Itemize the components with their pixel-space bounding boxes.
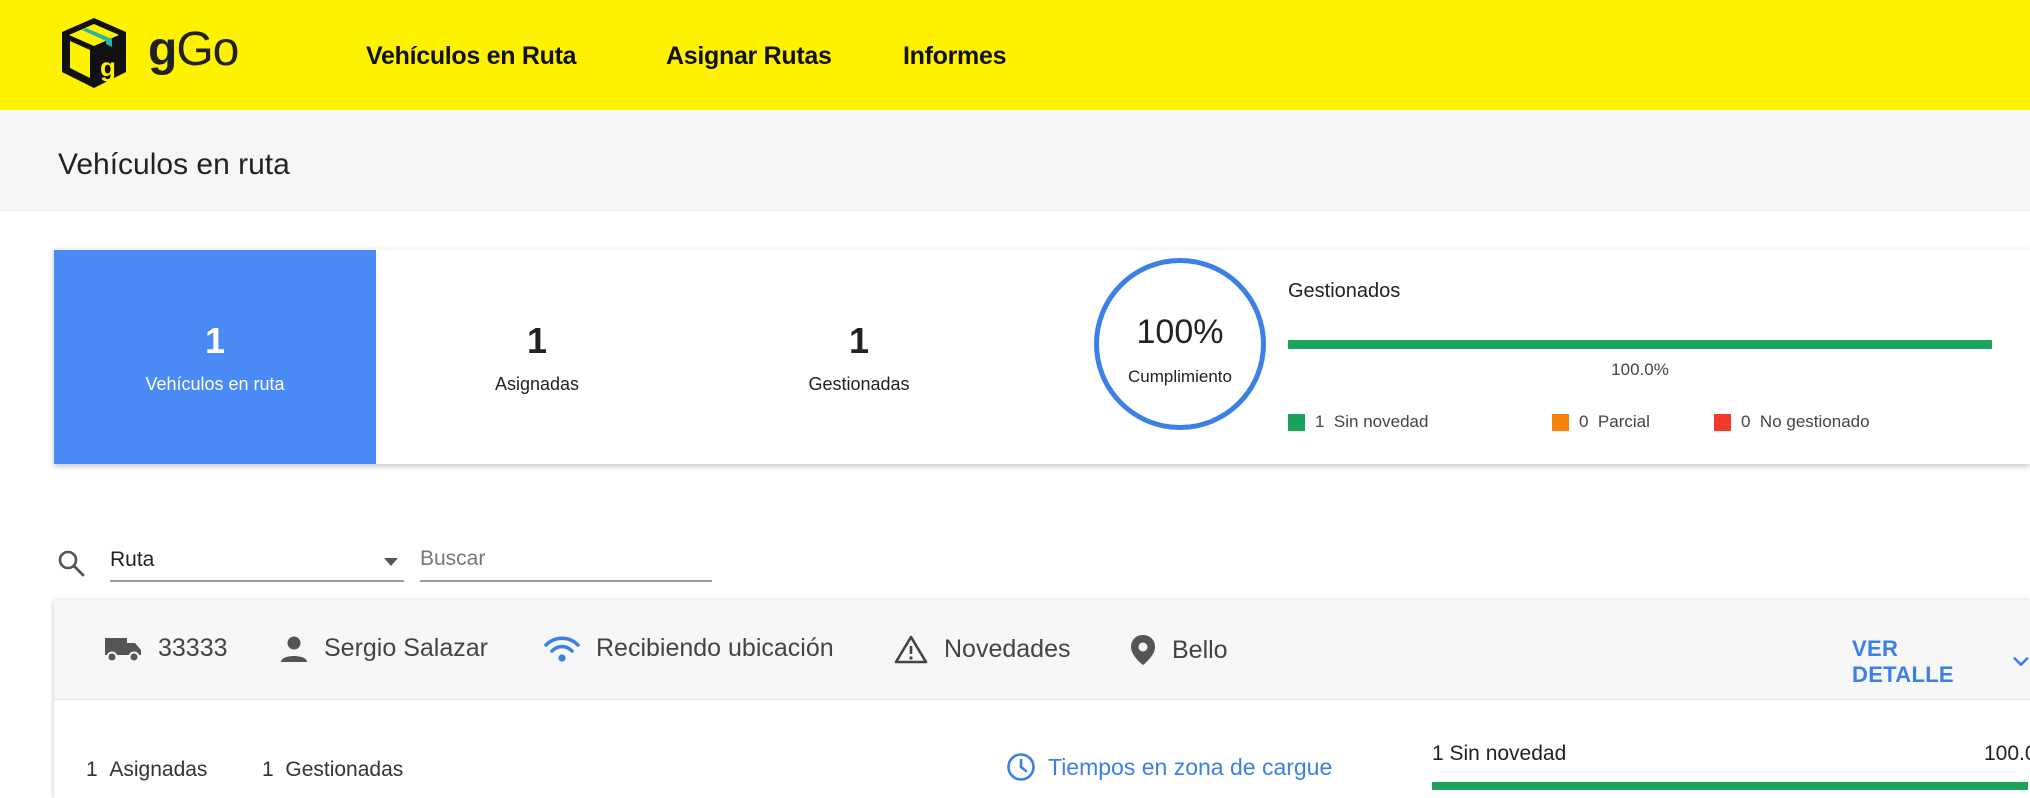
route-novedades[interactable]: Novedades	[894, 634, 1070, 664]
legend-count-parcial: 0	[1579, 412, 1589, 431]
stat-asignadas-value: 1	[526, 320, 548, 361]
legend-label-no-gestionado: No gestionado	[1759, 412, 1870, 431]
stat-asignadas-label: Asignadas	[494, 374, 580, 394]
ver-detalle-label: VER DETALLE	[1852, 636, 1954, 687]
route-sin-novedad-bar	[1432, 782, 2028, 790]
route-asignadas: 1 Asignadas	[86, 758, 207, 782]
tiempos-zona-cargue-link[interactable]: Tiempos en zona de cargue	[1006, 752, 1332, 782]
svg-text:g: g	[100, 52, 116, 82]
route-city-name: Bello	[1172, 635, 1228, 664]
route-location-status: Recibiendo ubicación	[544, 634, 834, 663]
gestionados-title: Gestionados	[1288, 280, 1401, 302]
legend-count-sin-novedad: 1	[1315, 412, 1325, 431]
legend-swatch-green	[1288, 413, 1305, 431]
stat-vehiculos-value: 1	[204, 320, 226, 361]
route-asignadas-label: Asignadas	[109, 758, 208, 781]
page-title: Vehículos en ruta	[58, 148, 290, 181]
location-pin-icon	[1131, 635, 1155, 665]
stat-vehiculos-en-ruta[interactable]: 1 Vehículos en ruta	[54, 250, 376, 464]
stat-vehiculos-label: Vehículos en ruta	[145, 374, 285, 394]
route-driver-name: Sergio Salazar	[324, 634, 488, 662]
gestionados-progress-bar	[1288, 340, 1992, 349]
filter-select[interactable]: Ruta	[110, 546, 404, 582]
caret-down-icon	[384, 558, 398, 566]
stat-asignadas[interactable]: 1 Asignadas	[376, 250, 698, 464]
truck-icon	[105, 637, 141, 662]
gestionados-percent: 100.0%	[1611, 360, 1669, 379]
route-vehicle-id: 33333	[158, 634, 228, 662]
legend-swatch-red	[1714, 413, 1731, 431]
route-driver: Sergio Salazar	[280, 634, 488, 663]
clock-icon	[1007, 753, 1035, 781]
legend-count-no-gestionado: 0	[1741, 412, 1751, 431]
route-gestionadas-count: 1	[262, 758, 274, 781]
legend-label-parcial: Parcial	[1597, 412, 1650, 431]
route-location-text: Recibiendo ubicación	[596, 634, 834, 662]
legend-parcial: 0 Parcial	[1552, 412, 1650, 432]
logo-text[interactable]: gGo	[148, 22, 239, 78]
cumplimiento-circle: 100% Cumplimiento	[1094, 258, 1266, 430]
search-icon	[56, 548, 86, 578]
logo-g: g	[148, 23, 177, 76]
ver-detalle-button[interactable]: VER DETALLE	[1852, 636, 2030, 688]
route-asignadas-count: 1	[86, 758, 98, 781]
route-sin-novedad-label: 1 Sin novedad	[1432, 742, 1567, 765]
route-card: 33333 Sergio Salazar Recibiendo ubicació…	[54, 600, 2030, 798]
stat-gestionadas-label: Gestionadas	[808, 374, 910, 394]
legend-sin-novedad: 1 Sin novedad	[1288, 412, 1428, 432]
legend-no-gestionado: 0 No gestionado	[1714, 412, 1870, 432]
legend-label-sin-novedad: Sin novedad	[1333, 412, 1429, 431]
title-band	[0, 110, 2030, 212]
warning-icon	[894, 635, 928, 664]
nav-vehiculos-en-ruta[interactable]: Vehículos en Ruta	[366, 42, 577, 71]
route-city: Bello	[1130, 634, 1228, 666]
tiempos-label: Tiempos en zona de cargue	[1048, 753, 1333, 780]
person-icon	[281, 636, 307, 662]
cumplimiento-label: Cumplimiento	[1128, 367, 1232, 386]
logo-box-icon[interactable]: g	[56, 14, 132, 92]
chevron-down-icon	[2013, 657, 2029, 666]
filter-select-value: Ruta	[110, 548, 155, 571]
route-gestionadas-label: Gestionadas	[285, 758, 404, 781]
route-vehicle: 33333	[104, 634, 228, 663]
route-novedades-label: Novedades	[944, 634, 1071, 663]
nav-informes[interactable]: Informes	[903, 42, 1006, 71]
route-sin-novedad-percent: 100.0%	[1984, 742, 2030, 765]
search-input[interactable]	[420, 542, 712, 582]
logo-go: Go	[176, 23, 239, 76]
top-navbar: g gGo Vehículos en Ruta Asignar Rutas In…	[0, 0, 2030, 110]
stat-gestionadas[interactable]: 1 Gestionadas	[698, 250, 1020, 464]
legend-swatch-orange	[1552, 413, 1569, 431]
route-card-header: 33333 Sergio Salazar Recibiendo ubicació…	[54, 600, 2030, 700]
cumplimiento-value: 100%	[1136, 313, 1224, 351]
stat-gestionadas-value: 1	[848, 320, 870, 361]
wifi-icon	[544, 636, 580, 662]
nav-asignar-rutas[interactable]: Asignar Rutas	[666, 42, 832, 71]
route-gestionadas: 1 Gestionadas	[262, 758, 403, 782]
